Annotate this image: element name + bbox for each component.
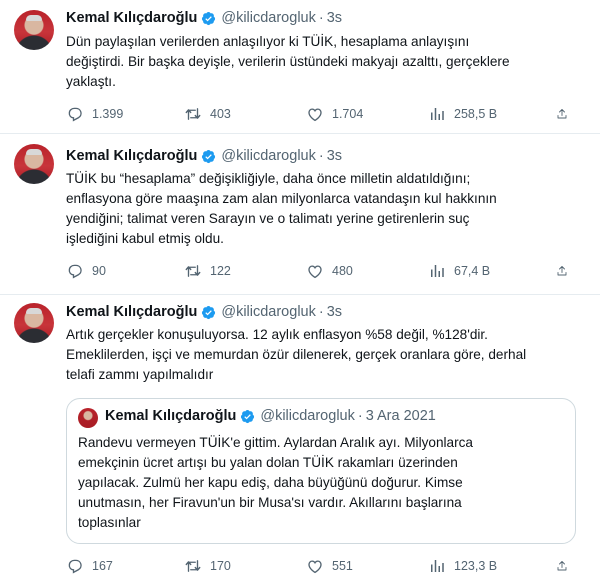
avatar[interactable] bbox=[14, 144, 54, 184]
tweet-text-line: işlediğini kabul etmiş oldu. bbox=[66, 231, 224, 246]
quoted-text: Randevu vermeyen TÜİK'e gittim. Aylardan… bbox=[78, 433, 566, 533]
like-count: 1.704 bbox=[332, 107, 364, 121]
like-count: 480 bbox=[332, 264, 353, 278]
reply-button[interactable]: 1.399 bbox=[66, 105, 184, 123]
views-icon bbox=[428, 105, 446, 123]
separator: · bbox=[318, 148, 324, 164]
quoted-text-line: yapılacak. Zulmü her kapu ediş, daha büy… bbox=[78, 475, 463, 490]
author-handle[interactable]: @kilicdarogluk bbox=[221, 10, 316, 26]
quoted-header: Kemal Kılıçdaroğlu @kilicdarogluk · 3 Ar… bbox=[105, 408, 436, 424]
author-handle[interactable]: @kilicdarogluk bbox=[221, 148, 316, 164]
like-icon bbox=[306, 262, 324, 280]
tweet-header: Kemal Kılıçdaroğlu @kilicdarogluk · 3s bbox=[66, 10, 342, 26]
quoted-author-handle: @kilicdarogluk bbox=[260, 408, 355, 424]
separator: · bbox=[318, 10, 324, 26]
avatar[interactable] bbox=[14, 10, 54, 50]
quoted-avatar bbox=[78, 408, 98, 428]
reply-count: 1.399 bbox=[92, 107, 124, 121]
avatar[interactable] bbox=[14, 303, 54, 343]
views-count: 123,3 B bbox=[454, 559, 498, 573]
tweet-text-line: TÜİK bu “hesaplama” değişikliğiyle, daha… bbox=[66, 171, 471, 186]
share-button[interactable] bbox=[556, 105, 576, 123]
retweet-icon bbox=[184, 105, 202, 123]
views-icon bbox=[428, 557, 446, 575]
verified-badge-icon bbox=[201, 305, 216, 320]
tweet-header: Kemal Kılıçdaroğlu @kilicdarogluk · 3s bbox=[66, 148, 342, 164]
tweet-header: Kemal Kılıçdaroğlu @kilicdarogluk · 3s bbox=[66, 304, 342, 320]
quoted-author-name: Kemal Kılıçdaroğlu bbox=[105, 408, 237, 424]
quoted-text-line: toplasınlar bbox=[78, 515, 141, 530]
verified-badge-icon bbox=[201, 11, 216, 26]
like-count: 551 bbox=[332, 559, 353, 573]
retweet-button[interactable]: 122 bbox=[184, 262, 306, 280]
separator: · bbox=[357, 408, 363, 424]
views-button[interactable]: 123,3 B bbox=[428, 557, 556, 575]
views-count: 67,4 B bbox=[454, 264, 491, 278]
retweet-count: 403 bbox=[210, 107, 231, 121]
quoted-text-line: Randevu vermeyen TÜİK'e gittim. Aylardan… bbox=[78, 435, 473, 450]
like-icon bbox=[306, 557, 324, 575]
retweet-button[interactable]: 403 bbox=[184, 105, 306, 123]
timestamp[interactable]: 3s bbox=[327, 304, 342, 320]
views-button[interactable]: 67,4 B bbox=[428, 262, 556, 280]
tweet-text-line: yaklaştı. bbox=[66, 74, 116, 89]
action-bar: 1.399 403 1.704 258,5 B bbox=[66, 103, 576, 125]
views-icon bbox=[428, 262, 446, 280]
tweet[interactable]: Kemal Kılıçdaroğlu @kilicdarogluk · 3s T… bbox=[0, 134, 600, 295]
reply-icon bbox=[66, 262, 84, 280]
action-bar: 90 122 480 67,4 B bbox=[66, 260, 576, 282]
retweet-icon bbox=[184, 557, 202, 575]
share-button[interactable] bbox=[556, 262, 576, 280]
like-icon bbox=[306, 105, 324, 123]
author-handle[interactable]: @kilicdarogluk bbox=[221, 304, 316, 320]
retweet-count: 122 bbox=[210, 264, 231, 278]
share-icon bbox=[556, 557, 568, 575]
tweet-text: TÜİK bu “hesaplama” değişikliğiyle, daha… bbox=[66, 169, 578, 249]
retweet-count: 170 bbox=[210, 559, 231, 573]
tweet[interactable]: Kemal Kılıçdaroğlu @kilicdarogluk · 3s D… bbox=[0, 0, 600, 134]
author-name[interactable]: Kemal Kılıçdaroğlu bbox=[66, 10, 197, 26]
views-count: 258,5 B bbox=[454, 107, 498, 121]
tweet-text-line: yendiğini; talimat veren Sarayın ve o ta… bbox=[66, 211, 470, 226]
tweet-text-line: Dün paylaşılan verilerden anlaşılıyor ki… bbox=[66, 34, 470, 49]
tweet-text-line: telafi zammı yapılmalıdır bbox=[66, 367, 214, 382]
quoted-timestamp: 3 Ara 2021 bbox=[365, 408, 436, 424]
timestamp[interactable]: 3s bbox=[327, 10, 342, 26]
tweet-text-line: Artık gerçekler konuşuluyorsa. 12 aylık … bbox=[66, 327, 488, 342]
tweet-text-line: Emeklilerden, işçi ve memurdan özür dile… bbox=[66, 347, 527, 362]
timestamp[interactable]: 3s bbox=[327, 148, 342, 164]
retweet-icon bbox=[184, 262, 202, 280]
verified-badge-icon bbox=[240, 409, 255, 424]
views-button[interactable]: 258,5 B bbox=[428, 105, 556, 123]
quoted-text-line: unutmasın, her Firavun'un bir Musa'sı va… bbox=[78, 495, 462, 510]
tweet-text-line: değiştirdi. Bir başka deyişle, verilerin… bbox=[66, 54, 510, 69]
quoted-text-line: emekçinin ücret artışı bu yalan dolan TÜ… bbox=[78, 455, 458, 470]
share-icon bbox=[556, 262, 568, 280]
tweet-text: Dün paylaşılan verilerden anlaşılıyor ki… bbox=[66, 32, 578, 92]
share-icon bbox=[556, 105, 568, 123]
reply-count: 167 bbox=[92, 559, 113, 573]
like-button[interactable]: 1.704 bbox=[306, 105, 428, 123]
like-button[interactable]: 551 bbox=[306, 557, 428, 575]
verified-badge-icon bbox=[201, 149, 216, 164]
share-button[interactable] bbox=[556, 557, 576, 575]
reply-icon bbox=[66, 105, 84, 123]
reply-icon bbox=[66, 557, 84, 575]
reply-button[interactable]: 90 bbox=[66, 262, 184, 280]
quoted-tweet[interactable]: Kemal Kılıçdaroğlu @kilicdarogluk · 3 Ar… bbox=[66, 398, 576, 544]
tweet-text-line: enflasyona göre maaşına zam alan milyonl… bbox=[66, 191, 497, 206]
author-name[interactable]: Kemal Kılıçdaroğlu bbox=[66, 304, 197, 320]
separator: · bbox=[318, 304, 324, 320]
like-button[interactable]: 480 bbox=[306, 262, 428, 280]
retweet-button[interactable]: 170 bbox=[184, 557, 306, 575]
action-bar: 167 170 551 123,3 B bbox=[66, 555, 576, 577]
author-name[interactable]: Kemal Kılıçdaroğlu bbox=[66, 148, 197, 164]
reply-count: 90 bbox=[92, 264, 106, 278]
tweet-text: Artık gerçekler konuşuluyorsa. 12 aylık … bbox=[66, 325, 578, 385]
reply-button[interactable]: 167 bbox=[66, 557, 184, 575]
